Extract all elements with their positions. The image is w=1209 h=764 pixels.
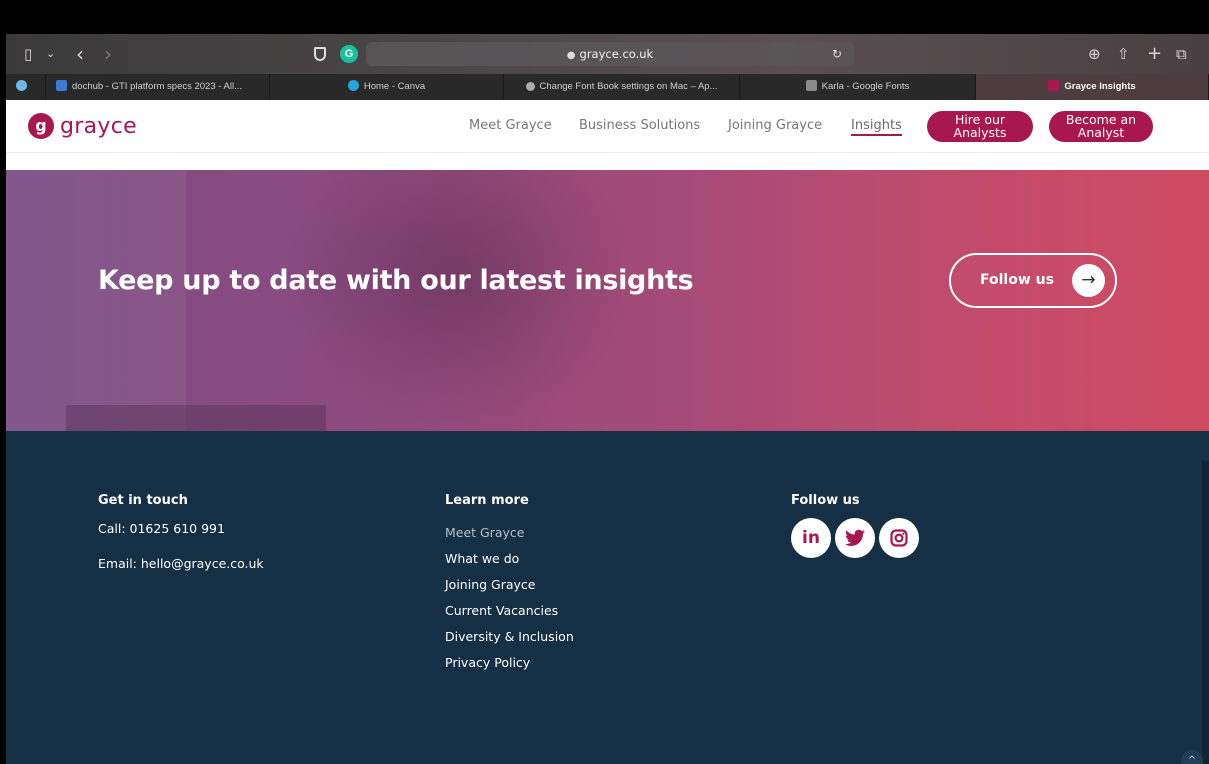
tab-label: Change Font Book settings on Mac – Ap... xyxy=(539,81,718,92)
nav-insights[interactable]: Insights xyxy=(851,118,902,136)
grayce-logo[interactable]: g grayce xyxy=(28,112,137,140)
sidebar-toggle-icon[interactable]: ▯ xyxy=(24,34,32,74)
new-tab-icon[interactable]: + xyxy=(1147,34,1162,74)
footer-phone[interactable]: Call: 01625 610 991 xyxy=(98,521,264,536)
privacy-shield-icon[interactable] xyxy=(314,47,326,61)
become-button-line2: Analyst xyxy=(1077,124,1125,140)
grayce-favicon-icon xyxy=(1048,80,1060,91)
footer-contact-column: Get in touch Call: 01625 610 991 Email: … xyxy=(98,493,264,571)
browser-tab-bar: dochub - GTI platform specs 2023 - All..… xyxy=(6,74,1209,100)
tab-pinned[interactable] xyxy=(6,74,46,100)
page-scroll-edge xyxy=(1202,461,1209,764)
grammarly-extension-icon[interactable]: G xyxy=(340,45,358,63)
forward-icon[interactable]: › xyxy=(104,34,112,74)
footer-contact-heading: Get in touch xyxy=(98,493,188,508)
footer-link-diversity-inclusion[interactable]: Diversity & Inclusion xyxy=(445,628,574,654)
site-header: g grayce Meet Grayce Business Solutions … xyxy=(6,100,1209,153)
hero-photo-laptop xyxy=(66,405,326,431)
site-footer: Get in touch Call: 01625 610 991 Email: … xyxy=(6,431,1209,764)
grayce-logo-text: grayce xyxy=(60,113,137,139)
instagram-icon[interactable] xyxy=(879,518,919,558)
nav-meet-grayce[interactable]: Meet Grayce xyxy=(469,118,552,133)
address-url: grayce.co.uk xyxy=(579,47,654,61)
google-fonts-favicon-icon xyxy=(805,80,817,91)
footer-link-current-vacancies[interactable]: Current Vacancies xyxy=(445,602,574,628)
twitter-bird-shape xyxy=(845,529,865,546)
dochub-favicon-icon xyxy=(56,80,67,91)
share-icon[interactable]: ⇧ xyxy=(1117,34,1130,74)
nav-joining-grayce[interactable]: Joining Grayce xyxy=(728,118,822,133)
footer-follow-heading: Follow us xyxy=(791,493,860,508)
tab-label: dochub - GTI platform specs 2023 - All..… xyxy=(72,81,243,92)
instagram-glyph-shape xyxy=(890,529,908,547)
canva-favicon-icon xyxy=(347,80,359,91)
footer-link-what-we-do[interactable]: What we do xyxy=(445,550,574,576)
address-bar[interactable]: ● grayce.co.uk ↻ xyxy=(366,42,854,66)
arrow-right-icon: → xyxy=(1072,264,1105,297)
grayce-logo-mark-icon: g xyxy=(28,113,54,139)
lock-icon: ● xyxy=(566,50,576,61)
reload-icon[interactable]: ↻ xyxy=(832,42,842,66)
back-icon[interactable]: ‹ xyxy=(76,34,84,74)
footer-link-privacy-policy[interactable]: Privacy Policy xyxy=(445,654,574,680)
footer-follow-column: Follow us in xyxy=(791,493,919,558)
nav-business-solutions[interactable]: Business Solutions xyxy=(579,118,700,133)
pinned-tab-icon xyxy=(16,80,27,91)
hire-button-line2: Analysts xyxy=(953,124,1007,140)
footer-learn-heading: Learn more xyxy=(445,493,529,508)
hero-photo-person xyxy=(276,170,636,431)
hero-title: Keep up to date with our latest insights xyxy=(98,265,694,296)
tab-apple-support[interactable]: Change Font Book settings on Mac – Ap... xyxy=(504,74,740,100)
footer-learn-column: Learn more Meet Grayce What we do Joinin… xyxy=(445,493,574,680)
apple-favicon-icon xyxy=(525,82,535,91)
chevron-down-icon[interactable]: ⌄ xyxy=(46,34,55,74)
tab-label: Grayce Insights xyxy=(1064,81,1136,92)
social-links: in xyxy=(791,518,919,558)
tab-dochub[interactable]: dochub - GTI platform specs 2023 - All..… xyxy=(46,74,270,100)
twitter-icon[interactable] xyxy=(835,518,875,558)
follow-us-button[interactable]: Follow us → xyxy=(949,253,1117,308)
tab-grayce-insights[interactable]: Grayce Insights xyxy=(976,74,1209,100)
footer-link-meet-grayce[interactable]: Meet Grayce xyxy=(445,524,574,550)
browser-toolbar: ▯ ⌄ ‹ › G ● grayce.co.uk ↻ ⊕ ⇧ + ⧉ xyxy=(6,34,1209,74)
tab-canva[interactable]: Home - Canva xyxy=(270,74,504,100)
scroll-to-top-button[interactable]: ^ xyxy=(1181,750,1203,764)
become-an-analyst-button[interactable]: Become an Analyst xyxy=(1049,111,1153,142)
screen-frame-top xyxy=(0,0,1209,34)
downloads-icon[interactable]: ⊕ xyxy=(1088,34,1101,74)
linkedin-icon[interactable]: in xyxy=(791,518,831,558)
tab-label: Karla - Google Fonts xyxy=(821,81,910,92)
tab-overview-icon[interactable]: ⧉ xyxy=(1176,34,1187,74)
hero-photo-overlay xyxy=(6,170,186,431)
tab-google-fonts[interactable]: Karla - Google Fonts xyxy=(740,74,976,100)
follow-us-label: Follow us xyxy=(980,272,1054,288)
footer-email[interactable]: Email: hello@grayce.co.uk xyxy=(98,556,264,571)
hire-our-analysts-button[interactable]: Hire our Analysts xyxy=(927,111,1033,142)
insights-hero-banner: Keep up to date with our latest insights… xyxy=(6,170,1209,431)
footer-link-joining-grayce[interactable]: Joining Grayce xyxy=(445,576,574,602)
tab-label: Home - Canva xyxy=(363,81,426,92)
